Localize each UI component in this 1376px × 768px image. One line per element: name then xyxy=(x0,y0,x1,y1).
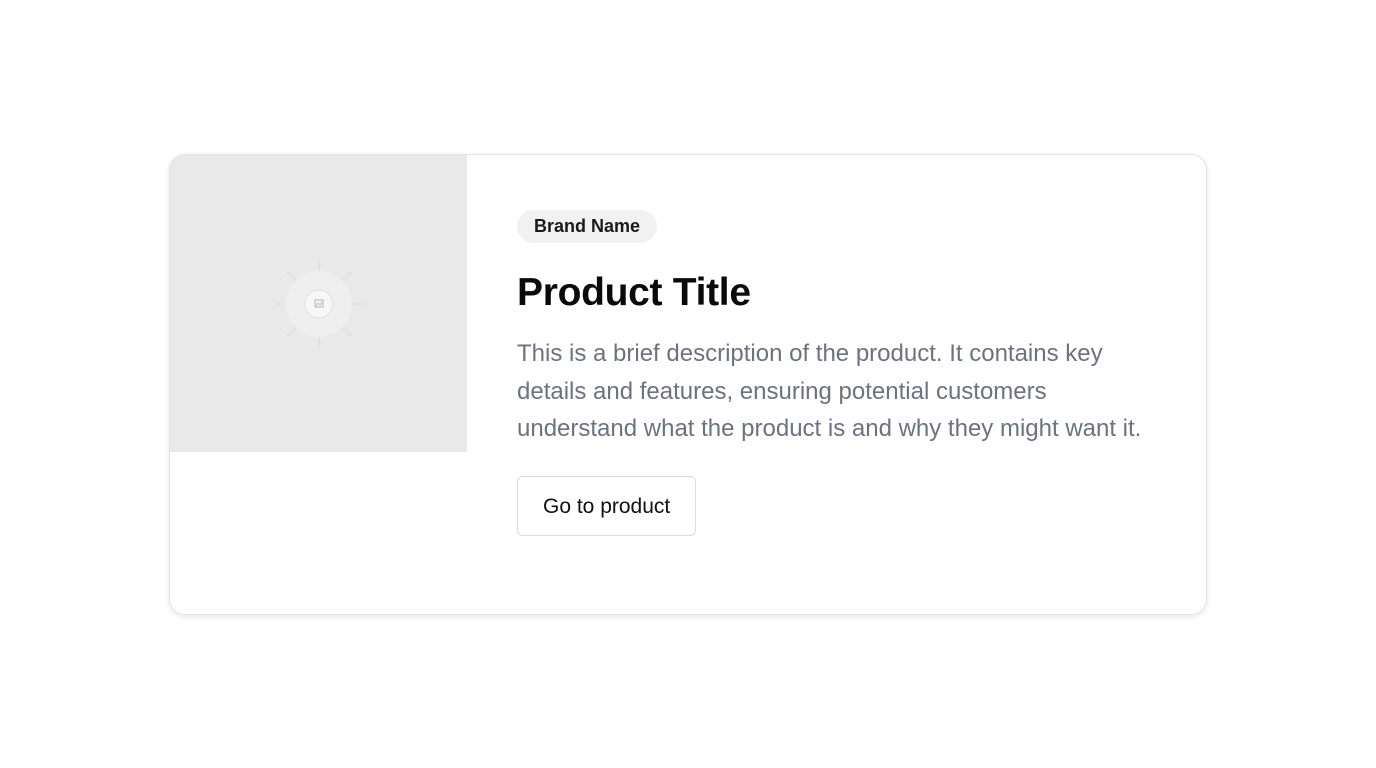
go-to-product-button[interactable]: Go to product xyxy=(517,475,697,536)
product-description: This is a brief description of the produ… xyxy=(517,340,1142,442)
product-card: Brand Name Product Title This is a brief… xyxy=(169,154,1207,615)
product-title: Product Title xyxy=(517,271,751,314)
product-image xyxy=(170,155,467,452)
product-content: Brand Name Product Title This is a brief… xyxy=(517,210,1157,536)
brand-badge: Brand Name xyxy=(517,210,658,243)
image-placeholder-icon xyxy=(274,259,364,349)
